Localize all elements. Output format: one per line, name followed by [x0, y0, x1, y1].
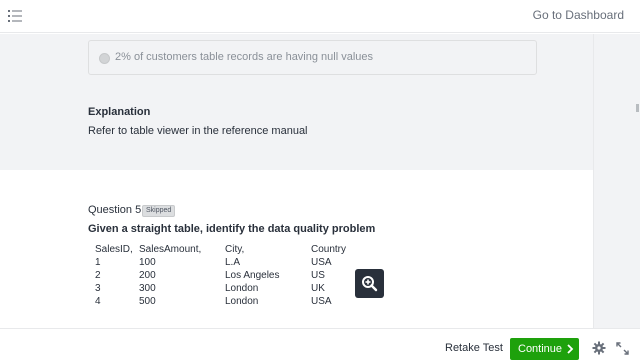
table-cell: 100	[139, 257, 156, 268]
table-header-cell: Country	[311, 244, 347, 255]
bottom-bar: Retake Test Continue	[0, 328, 640, 360]
table-column-sales-amount: SalesAmount, 100 200 300 500	[139, 243, 201, 308]
table-header-cell: SalesID,	[95, 244, 133, 255]
table-cell: London	[225, 283, 259, 294]
table-cell: 2	[95, 270, 101, 281]
table-column-city: City, L.A Los Angeles London London	[225, 243, 280, 308]
explanation-text: Refer to table viewer in the reference m…	[88, 125, 308, 137]
question-text: Given a straight table, identify the dat…	[88, 223, 376, 235]
table-header-cell: City,	[225, 244, 245, 255]
table-cell: L.A	[225, 257, 241, 268]
list-menu-icon[interactable]	[6, 7, 24, 25]
table-cell: London	[225, 296, 259, 307]
go-to-dashboard-link[interactable]: Go to Dashboard	[533, 8, 624, 22]
table-cell: 500	[139, 296, 156, 307]
table-cell: UK	[311, 283, 325, 294]
gear-icon[interactable]	[592, 341, 606, 355]
zoom-in-icon	[362, 276, 378, 292]
question-content: 2% of customers table records are having…	[0, 34, 593, 328]
table-column-country: Country USA US UK USA	[311, 243, 346, 308]
status-badge: Skipped	[142, 205, 176, 217]
table-cell: 1	[95, 257, 101, 268]
table-cell: 4	[95, 296, 101, 307]
answer-option[interactable]: 2% of customers table records are having…	[88, 40, 537, 75]
table-cell: USA	[311, 296, 332, 307]
table-cell: 3	[95, 283, 101, 294]
answer-option-text: 2% of customers table records are having…	[115, 51, 374, 63]
table-cell: 300	[139, 283, 156, 294]
chevron-right-icon	[567, 344, 574, 354]
continue-button[interactable]: Continue	[510, 338, 579, 360]
expand-icon[interactable]	[616, 342, 629, 355]
scrollbar-thumb[interactable]	[636, 104, 639, 112]
retake-test-button[interactable]: Retake Test	[445, 342, 503, 354]
table-cell: Los Angeles	[225, 270, 280, 281]
zoom-in-button[interactable]	[355, 269, 384, 298]
radio-button[interactable]	[99, 53, 110, 64]
top-bar: Go to Dashboard	[0, 0, 640, 33]
table-cell: US	[311, 270, 325, 281]
previous-question-panel: 2% of customers table records are having…	[0, 34, 593, 170]
scrollbar[interactable]	[593, 34, 640, 328]
table-column-sales-id: SalesID, 1 2 3 4	[95, 243, 133, 308]
explanation-title: Explanation	[88, 106, 151, 118]
continue-label: Continue	[518, 343, 563, 355]
table-cell: 200	[139, 270, 156, 281]
table-cell: USA	[311, 257, 332, 268]
table-header-cell: SalesAmount,	[139, 244, 202, 255]
question-number: Question 5:	[88, 204, 145, 216]
